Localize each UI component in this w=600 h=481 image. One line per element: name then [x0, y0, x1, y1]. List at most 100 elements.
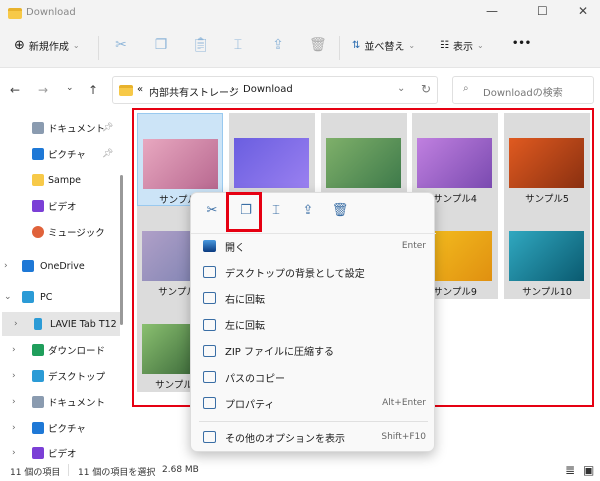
menu-item-label: プロパティ — [225, 399, 275, 411]
sidebar-scrollbar[interactable] — [120, 175, 123, 325]
folder-icon — [119, 85, 133, 96]
cloud-icon — [22, 260, 34, 272]
expander-icon[interactable]: ⌄ — [4, 292, 12, 302]
back-icon[interactable]: ← — [10, 83, 20, 97]
menu-item[interactable]: プロパティ Alt+Enter — [191, 391, 436, 415]
expander-icon[interactable]: › — [4, 261, 8, 271]
file-tile[interactable]: サンプル5 — [504, 113, 590, 206]
sidebar-item-label: ドキュメント — [48, 398, 106, 409]
folder-icon — [32, 174, 44, 186]
menu-item[interactable]: 開く Enter — [191, 234, 436, 258]
wallpaper-icon — [203, 266, 216, 279]
copy-path-icon — [203, 371, 216, 383]
sidebar-item-label: ミュージック — [48, 228, 105, 239]
menu-item-shortcut: Shift+F10 — [381, 432, 426, 442]
image-thumbnail — [326, 138, 401, 188]
delete-icon[interactable]: 🗑︎ — [309, 37, 327, 55]
expander-icon[interactable]: › — [12, 448, 16, 458]
menu-item[interactable]: 左に回転 — [191, 313, 436, 337]
expander-icon[interactable]: › — [12, 397, 16, 407]
sidebar-item[interactable]: › LAVIE Tab T12 1 — [2, 312, 120, 336]
menu-item-label: 開く — [225, 242, 245, 254]
expander-icon[interactable]: › — [12, 345, 16, 355]
sidebar-item[interactable]: ミュージック — [0, 220, 118, 244]
search-placeholder[interactable]: Downloadの検索 — [483, 84, 563, 99]
search-box[interactable]: ⌕ Downloadの検索 — [452, 76, 594, 104]
forward-icon[interactable]: → — [38, 83, 48, 97]
view-button[interactable]: ☷ 表示 ⌄ — [440, 38, 484, 53]
breadcrumb-download[interactable]: Download — [243, 84, 293, 95]
share-icon[interactable]: ⇪ — [299, 203, 317, 221]
sidebar-item-label: ダウンロード — [48, 346, 106, 357]
delete-icon[interactable]: 🗑 — [331, 203, 349, 221]
sidebar-item[interactable]: › OneDrive — [0, 254, 118, 278]
pin-icon: 📌︎ — [102, 123, 114, 133]
menu-item-more-options[interactable]: その他のオプションを表示 Shift+F10 — [191, 425, 436, 449]
file-tile[interactable]: サンプル10 — [504, 206, 590, 299]
video-icon — [32, 447, 44, 459]
sidebar-item[interactable]: › ダウンロード — [0, 338, 118, 362]
up-icon[interactable]: ↑ — [88, 83, 98, 97]
share-icon[interactable]: ⇪ — [270, 37, 286, 55]
paste-icon[interactable]: 📋︎ — [192, 37, 210, 55]
menu-item-label: ZIP ファイルに圧縮する — [225, 347, 335, 359]
sidebar-item[interactable]: Sampe — [0, 168, 118, 192]
view-label: 表示 — [452, 42, 473, 53]
expander-icon[interactable]: › — [14, 319, 18, 329]
rename-icon[interactable]: ⌶ — [230, 37, 246, 55]
recent-chevron-icon[interactable]: ⌄ — [66, 83, 74, 93]
maximize-button[interactable]: ☐ — [537, 4, 548, 18]
sidebar-item[interactable]: › ドキュメント — [0, 390, 118, 414]
copy-icon[interactable]: ❐ — [153, 37, 169, 55]
sidebar-item-label: ビデオ — [48, 202, 77, 213]
rename-icon[interactable]: ⌶ — [267, 203, 285, 221]
details-view-icon[interactable]: ≣ — [565, 463, 575, 477]
overflow-icon[interactable]: « — [137, 84, 143, 95]
selected-size: 2.68 MB — [162, 465, 199, 475]
view-icon: ☷ — [440, 40, 449, 51]
menu-item-shortcut: Enter — [401, 241, 426, 251]
sidebar-item[interactable]: ピクチャ 📌︎ — [0, 142, 118, 166]
sidebar-item[interactable]: › デスクトップ — [0, 364, 118, 388]
sort-icon: ⇅ — [352, 40, 361, 51]
chevron-down-icon: ⌄ — [476, 41, 484, 50]
menu-item-shortcut: Alt+Enter — [382, 398, 426, 409]
menu-item[interactable]: 右に回転 — [191, 286, 436, 310]
menu-item[interactable]: デスクトップの背景として設定 — [191, 260, 436, 284]
refresh-icon[interactable]: ↻ — [421, 82, 431, 96]
menu-item-label: 右に回転 — [225, 294, 265, 306]
menu-item[interactable]: パスのコピー — [191, 365, 436, 389]
sidebar-item[interactable]: ドキュメント 📌︎ — [0, 116, 118, 140]
tiles-view-icon[interactable]: ▣ — [583, 463, 594, 477]
new-label: 新規作成 — [28, 42, 69, 53]
selected-count: 11 個の項目を選択 — [78, 468, 156, 478]
file-label: サンプル10 — [522, 287, 572, 298]
address-bar[interactable]: « 内部共有ストレージ › Download ⌄ ↻ — [112, 76, 438, 104]
chevron-down-icon[interactable]: ⌄ — [397, 83, 405, 94]
chevron-down-icon: ⌄ — [408, 41, 416, 50]
sidebar-item[interactable]: ビデオ — [0, 194, 118, 218]
sidebar-item[interactable]: › ピクチャ — [0, 416, 118, 440]
cut-icon[interactable]: ✂ — [113, 37, 129, 55]
expander-icon[interactable]: › — [12, 423, 16, 433]
sidebar-item[interactable]: ⌄ PC — [0, 285, 118, 309]
sidebar-item-label: デスクトップ — [48, 372, 106, 383]
expander-icon[interactable]: › — [12, 371, 16, 381]
close-button[interactable]: ✕ — [578, 4, 588, 18]
more-button[interactable]: ••• — [512, 38, 531, 49]
breadcrumb-storage[interactable]: 内部共有ストレージ — [149, 84, 239, 99]
sidebar-item-label: PC — [40, 291, 53, 303]
status-bar: 11 個の項目 11 個の項目を選択 2.68 MB ≣ ▣ — [0, 462, 600, 481]
image-thumbnail — [234, 138, 309, 188]
music-icon — [32, 226, 44, 238]
pin-icon: 📌︎ — [102, 149, 114, 159]
sort-button[interactable]: ⇅ 並べ替え ⌄ — [352, 38, 415, 53]
menu-item-label: 左に回転 — [225, 321, 265, 333]
menu-item[interactable]: ZIP ファイルに圧縮する — [191, 339, 436, 363]
rotate-right-icon — [203, 292, 216, 305]
minimize-button[interactable]: — — [486, 4, 498, 18]
cut-icon[interactable]: ✂ — [203, 203, 221, 221]
new-button[interactable]: ⊕ 新規作成 ⌄ — [14, 38, 80, 53]
sidebar-item-label: ピクチャ — [48, 424, 86, 435]
properties-icon — [203, 397, 216, 410]
